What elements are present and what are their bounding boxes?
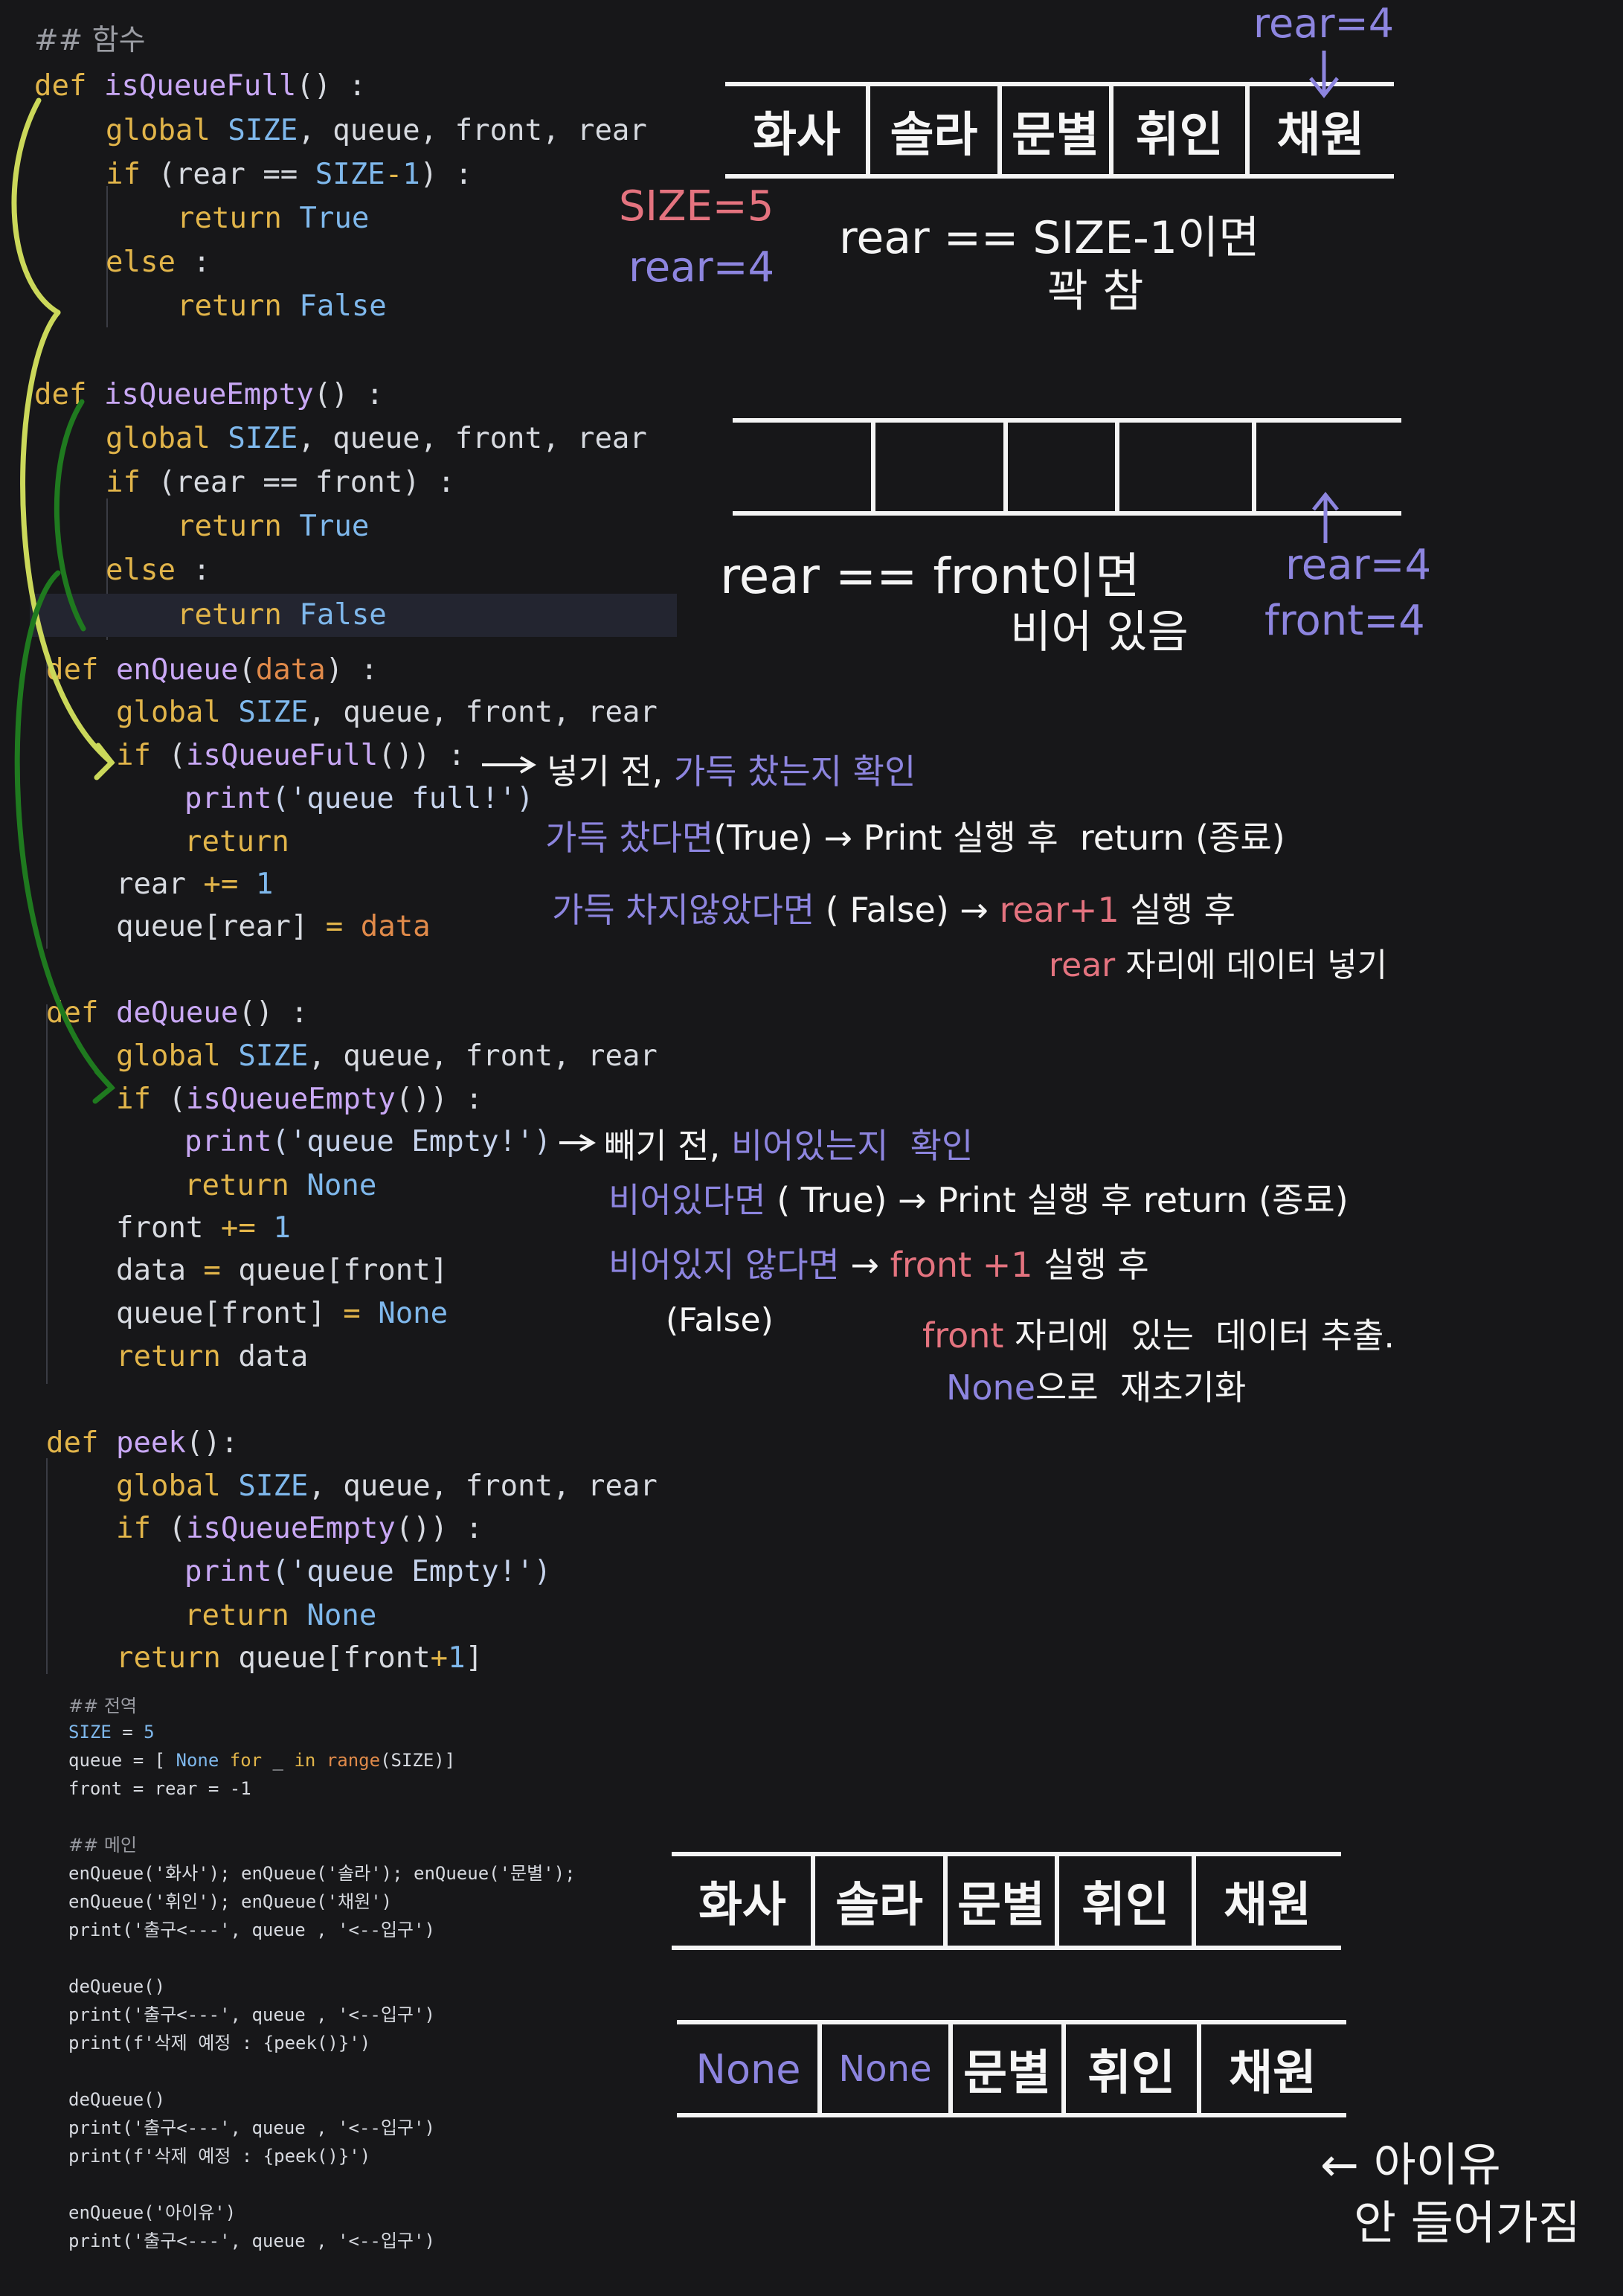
note-enqueue-notfull: 가득 차지않았다면 ( False) → rear+1 실행 후 — [552, 890, 1235, 930]
queue-cell-none: None — [838, 2048, 932, 2090]
queue-cell: 솔라 — [890, 108, 978, 163]
note-full-condition: rear == SIZE-1이면 — [839, 212, 1260, 264]
queue-cell: 채원 — [1229, 2046, 1317, 2101]
queue-cell: 문별 — [957, 1878, 1045, 1933]
note-full-result: 꽉 참 — [1047, 266, 1144, 318]
note-dequeue-reset: None으로 재초기화 — [946, 1367, 1247, 1408]
note-enqueue-full: 가득 찼다면(True) → Print 실행 후 return (종료) — [545, 818, 1285, 858]
queue-cell: 화사 — [753, 108, 841, 163]
queue-cell: 화사 — [698, 1878, 786, 1933]
queue-cell: 문별 — [963, 2046, 1051, 2101]
queue-cell: 솔라 — [835, 1878, 923, 1933]
queue-cell: 채원 — [1224, 1878, 1311, 1933]
note-empty-condition: rear == front이면 — [720, 548, 1140, 605]
note-dequeue-notempty: 비어있지 않다면 → front +1 실행 후 — [608, 1245, 1149, 1285]
note-rear-top: rear=4 — [1253, 0, 1395, 47]
queue-cell: 휘인 — [1135, 108, 1224, 163]
note-enqueue-check: 넣기 전, 가득 찼는지 확인 — [547, 751, 916, 792]
note-size: SIZE=5 — [619, 182, 774, 231]
note-iu-rejected: ← 아이유 — [1320, 2138, 1501, 2192]
queue-cell: 문별 — [1012, 108, 1099, 163]
note-dequeue-check: 빼기 전, 비어있는지 확인 — [604, 1126, 974, 1166]
queue-cell-none: None — [695, 2045, 801, 2093]
note-enqueue-insert: rear 자리에 데이터 넣기 — [1049, 946, 1388, 984]
queue-cell: 휘인 — [1087, 2046, 1175, 2101]
note-iu-rejected-2: 안 들어가짐 — [1354, 2196, 1581, 2250]
note-dequeue-empty: 비어있다면 ( True) → Print 실행 후 return (종료) — [608, 1180, 1349, 1220]
note-rear: rear=4 — [629, 243, 775, 292]
queue-cell: 휘인 — [1082, 1878, 1169, 1933]
note-empty-result: 비어 있음 — [1010, 606, 1189, 658]
note-empty-rear: rear=4 — [1285, 541, 1432, 589]
note-empty-front: front=4 — [1264, 597, 1425, 645]
note-dequeue-false: (False) — [666, 1301, 774, 1339]
note-dequeue-extract: front 자리에 있는 데이터 추출. — [922, 1315, 1395, 1356]
queue-cell: 채원 — [1276, 108, 1365, 163]
